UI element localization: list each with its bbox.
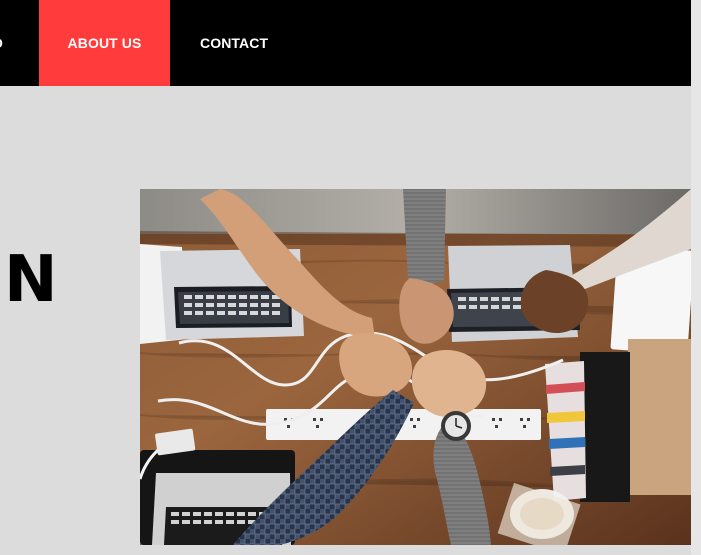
nav-item-truncated[interactable]: O	[0, 0, 10, 86]
top-navigation: O ABOUT US CONTACT	[0, 0, 691, 86]
hero-heading-fragment: N	[4, 243, 59, 317]
scrollbar-track[interactable]	[691, 0, 701, 555]
team-fist-bump-photo	[140, 189, 691, 545]
team-photo-illustration	[140, 189, 691, 545]
nav-item-contact[interactable]: CONTACT	[200, 0, 268, 86]
page: O ABOUT US CONTACT N	[0, 0, 701, 555]
nav-item-about-us[interactable]: ABOUT US	[39, 0, 170, 86]
